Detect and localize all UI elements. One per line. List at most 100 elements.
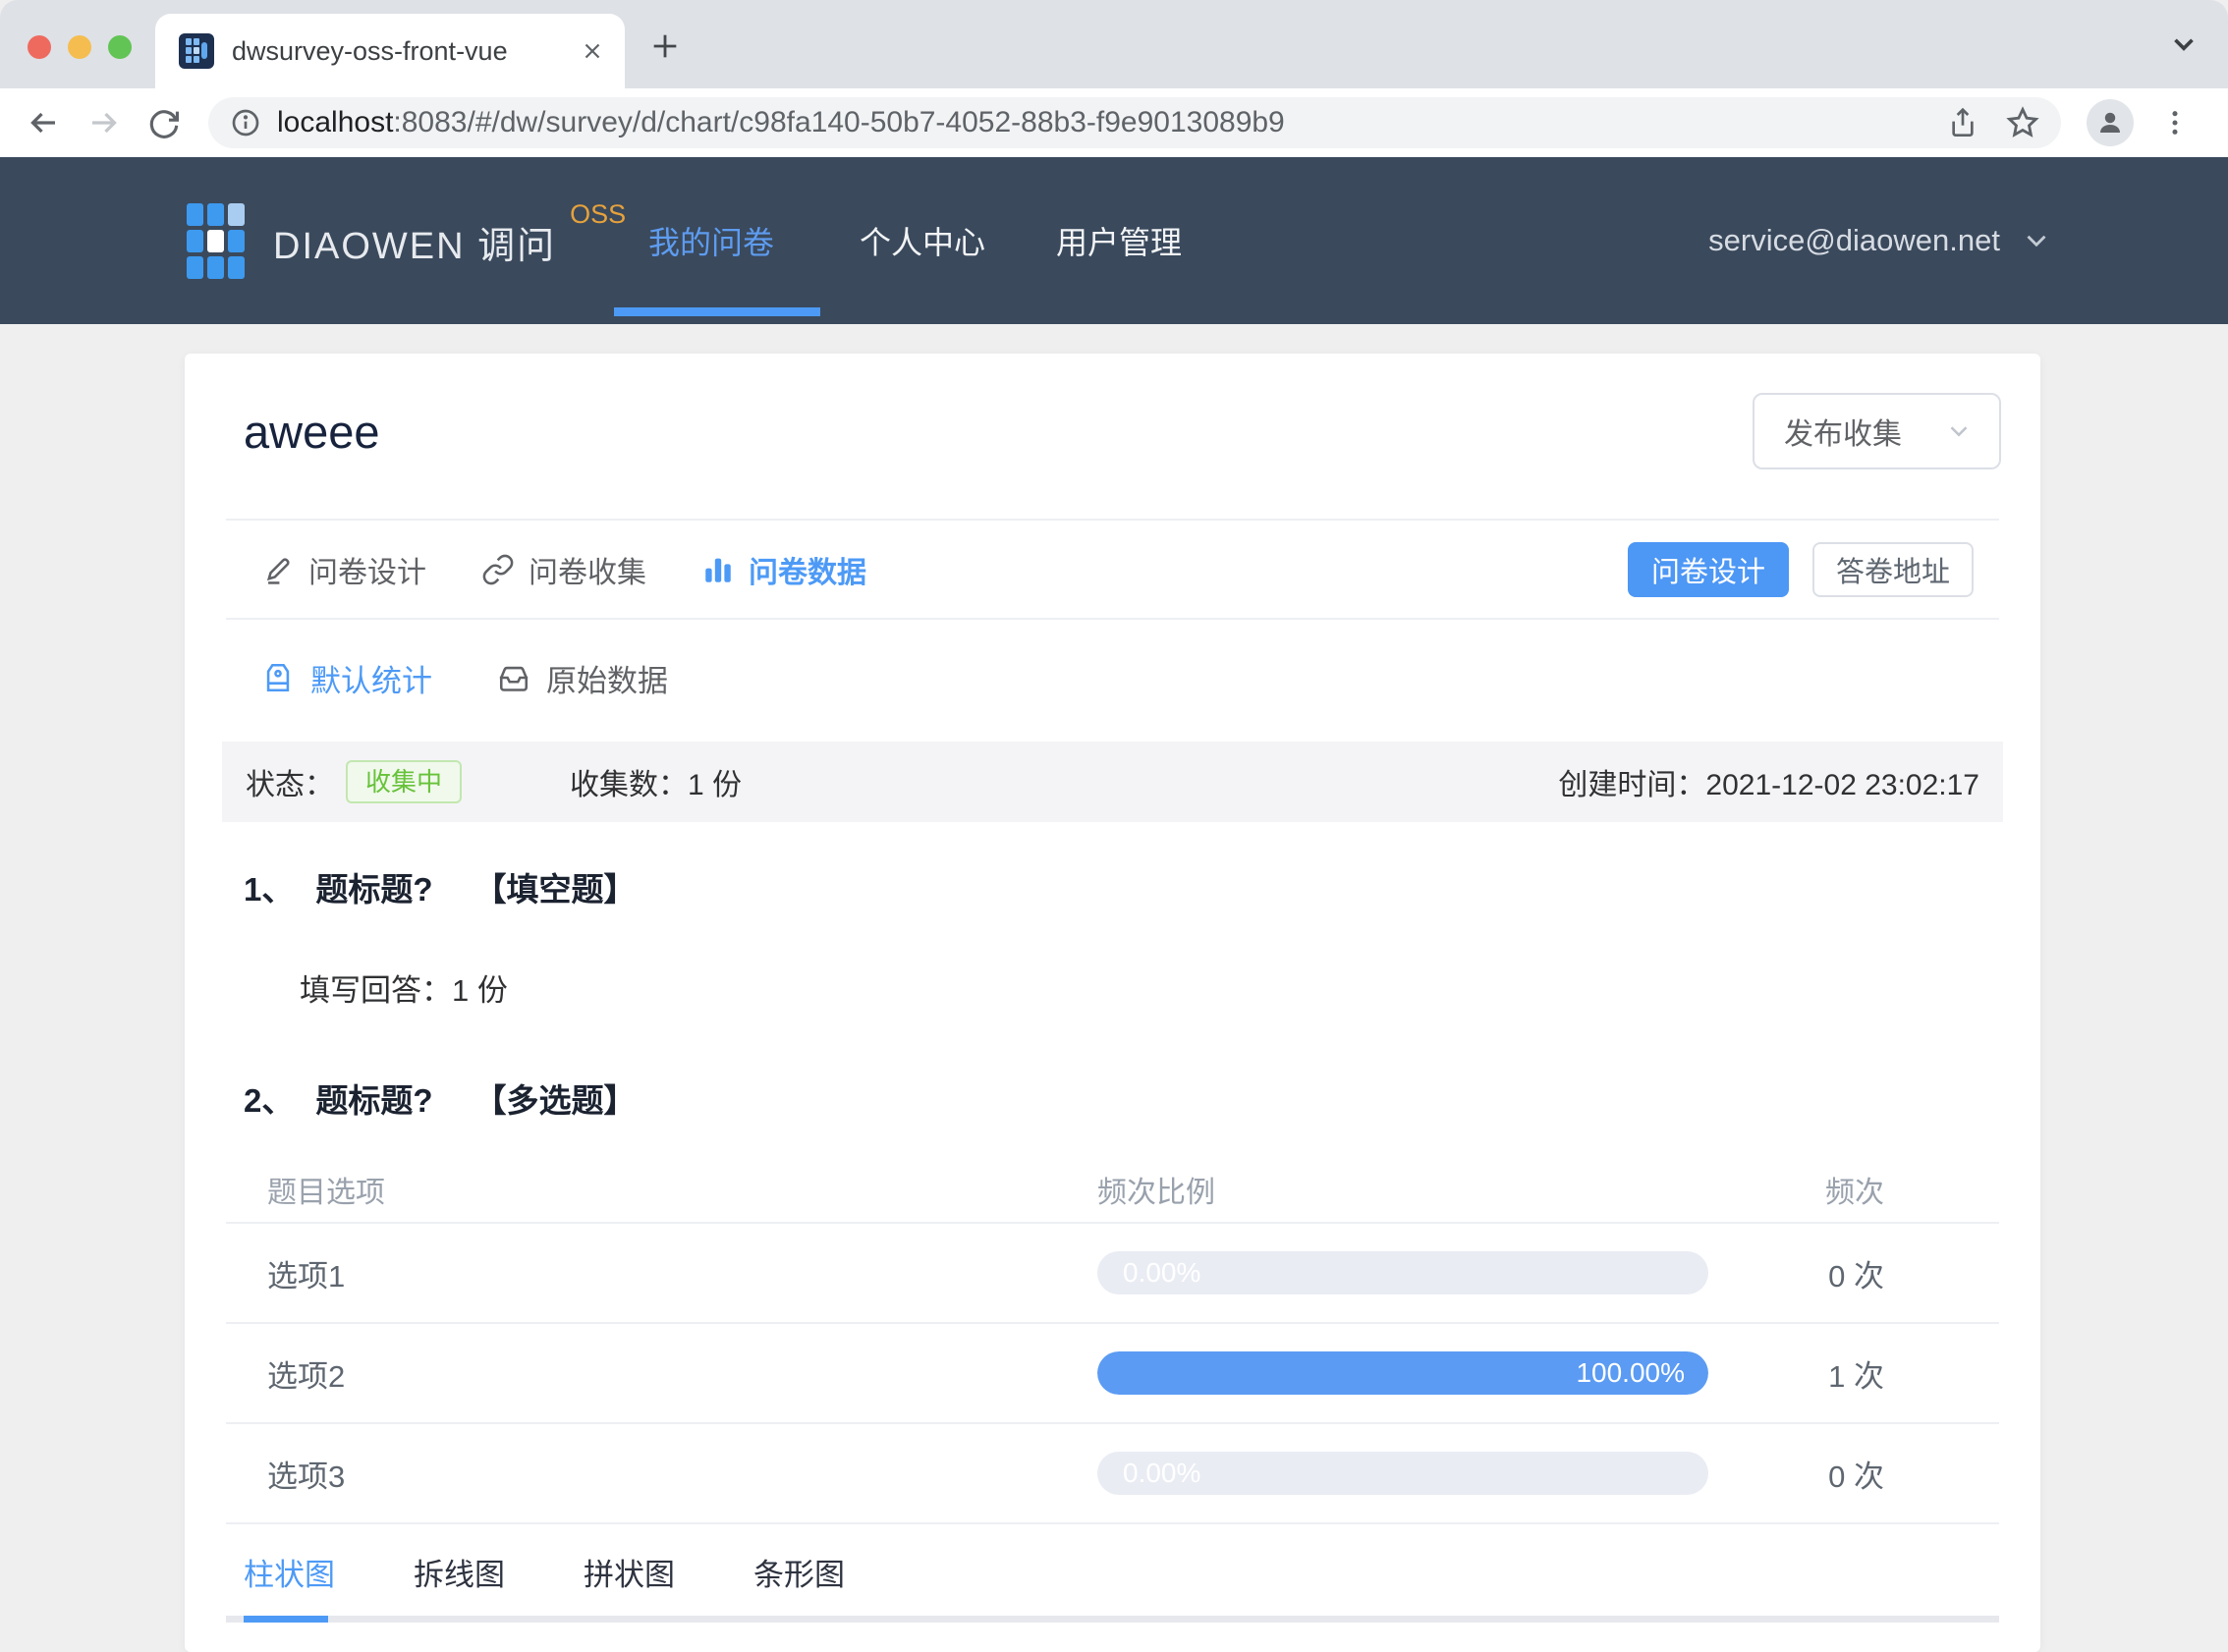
site-info-icon[interactable] <box>230 107 261 138</box>
status-badge: 收集中 <box>346 760 463 803</box>
tab-label: 默认统计 <box>310 663 432 698</box>
created-time-label: 创建时间： <box>1558 769 1706 801</box>
publish-collect-select[interactable]: 发布收集 <box>1753 393 2001 469</box>
collect-count-label: 收集数： <box>570 769 689 801</box>
window-zoom-button[interactable] <box>108 35 132 59</box>
divider <box>226 1522 1999 1524</box>
browser-tab[interactable]: dwsurvey-oss-front-vue <box>155 14 625 88</box>
option-label: 选项3 <box>267 1459 346 1494</box>
option-label: 选项2 <box>267 1358 346 1394</box>
browser-toolbar: localhost:8083/#/dw/survey/d/chart/c98fa… <box>0 88 2228 157</box>
inbox-icon <box>499 666 529 691</box>
question-text: 题标题? <box>315 1082 433 1119</box>
stat-tabs: 默认统计 原始数据 <box>185 620 2040 742</box>
tab-column-chart[interactable]: 柱状图 <box>244 1550 335 1594</box>
tab-label: 问卷设计 <box>308 556 426 589</box>
chevron-down-icon <box>1950 426 1968 437</box>
brand-logo-icon <box>187 203 245 279</box>
active-nav-underline <box>614 307 820 316</box>
option-count: 0 次 <box>1828 1258 1884 1294</box>
detail-tabs: 问卷设计 问卷收集 问卷数据 问卷设计 答卷地址 <box>185 521 2040 618</box>
tab-search-chevron-icon[interactable] <box>2167 28 2200 61</box>
tab-title: dwsurvey-oss-front-vue <box>232 35 508 66</box>
user-menu[interactable]: service@diaowen.net <box>1708 157 2053 324</box>
question-type: 【多选题】 <box>473 1082 637 1119</box>
nav-item-user-management[interactable]: 用户管理 <box>1056 157 1182 324</box>
app-navbar: DIAOWEN 调问 OSS 我的问卷 个人中心 用户管理 service@di… <box>0 157 2228 324</box>
option-count: 0 次 <box>1828 1459 1884 1494</box>
url-host: localhost <box>277 106 394 138</box>
option-label: 选项1 <box>267 1258 346 1294</box>
bar-chart-icon <box>705 558 731 582</box>
chart-type-tabs: 柱状图 拆线图 拼状图 条形图 <box>185 1550 2040 1594</box>
question-1-title: 1、 题标题? 【填空题】 <box>185 863 2040 910</box>
url-text: localhost:8083/#/dw/survey/d/chart/c98fa… <box>277 106 1920 139</box>
tab-survey-data[interactable]: 问卷数据 <box>701 548 866 591</box>
answer-label: 填写回答： <box>300 973 452 1008</box>
bar-track: 0.00% <box>1097 1251 1708 1294</box>
chevron-down-icon <box>2027 235 2046 248</box>
option-count: 1 次 <box>1828 1358 1884 1394</box>
tab-survey-design[interactable]: 问卷设计 <box>261 548 426 591</box>
browser-profile-avatar[interactable] <box>2087 99 2134 146</box>
created-time-value: 2021-12-02 23:02:17 <box>1705 769 1979 801</box>
table-header: 题目选项 频次比例 频次 <box>185 1157 2040 1222</box>
created-time: 创建时间：2021-12-02 23:02:17 <box>1558 760 1979 803</box>
question-2-title: 2、 题标题? 【多选题】 <box>185 1074 2040 1122</box>
reload-icon[interactable] <box>147 106 181 139</box>
answer-url-button[interactable]: 答卷地址 <box>1812 541 1974 597</box>
chart-tabs-active-indicator <box>244 1616 328 1623</box>
answer-value: 1 份 <box>452 973 508 1008</box>
user-email: service@diaowen.net <box>1708 223 2000 257</box>
browser-menu-kebab-icon[interactable] <box>2159 107 2191 138</box>
brand-name: DIAOWEN 调问 <box>273 226 557 267</box>
url-path: :8083/#/dw/survey/d/chart/c98fa140-50b7-… <box>393 106 1285 138</box>
options-table: 题目选项 频次比例 频次 选项1 0.00% 0 次 选项2 100.00% 1… <box>185 1157 2040 1524</box>
window-close-button[interactable] <box>28 35 51 59</box>
status-bar: 状态： 收集中 收集数：1 份 创建时间：2021-12-02 23:02:17 <box>222 742 2003 822</box>
back-icon[interactable] <box>26 105 61 140</box>
table-row: 选项3 0.00% 0 次 <box>185 1424 2040 1522</box>
page-content: aweee 发布收集 问卷设计 问卷收集 问卷数据 问卷设计 答卷地址 默认统计… <box>0 324 2228 1652</box>
question-index: 1、 <box>244 871 295 908</box>
bookmark-star-icon[interactable] <box>2006 106 2039 139</box>
chart-tabs-track <box>226 1616 1999 1623</box>
tab-bar-chart[interactable]: 条形图 <box>753 1550 845 1594</box>
new-tab-button[interactable] <box>648 29 682 63</box>
survey-card: aweee 发布收集 问卷设计 问卷收集 问卷数据 问卷设计 答卷地址 默认统计… <box>185 354 2040 1652</box>
bar-percent-label: 0.00% <box>1123 1458 1201 1488</box>
table-row: 选项2 100.00% 1 次 <box>185 1324 2040 1422</box>
nav-item-my-surveys[interactable]: 我的问卷 <box>648 157 774 324</box>
survey-design-button[interactable]: 问卷设计 <box>1628 541 1789 597</box>
browser-tab-strip: dwsurvey-oss-front-vue <box>0 0 2228 88</box>
address-bar[interactable]: localhost:8083/#/dw/survey/d/chart/c98fa… <box>208 97 2061 148</box>
survey-title: aweee <box>244 406 380 458</box>
tab-pie-chart[interactable]: 拼状图 <box>584 1550 675 1594</box>
tab-close-icon[interactable] <box>580 38 605 64</box>
brand-oss-badge: OSS <box>570 199 627 229</box>
collect-count: 收集数：1 份 <box>570 760 742 803</box>
tab-label: 问卷数据 <box>749 556 866 589</box>
forward-icon[interactable] <box>86 105 122 140</box>
brand[interactable]: DIAOWEN 调问 OSS <box>187 199 627 280</box>
tag-icon <box>266 663 290 692</box>
share-icon[interactable] <box>1947 107 1978 138</box>
tab-raw-data[interactable]: 原始数据 <box>497 656 668 700</box>
publish-collect-value: 发布收集 <box>1784 418 1902 451</box>
browser-window: dwsurvey-oss-front-vue localhost:8083/#/… <box>0 0 2228 1652</box>
table-row: 选项1 0.00% 0 次 <box>185 1224 2040 1322</box>
favicon-icon <box>179 33 214 69</box>
tab-line-chart[interactable]: 拆线图 <box>414 1550 505 1594</box>
window-minimize-button[interactable] <box>68 35 91 59</box>
tab-default-stats[interactable]: 默认统计 <box>261 656 432 700</box>
collect-count-value: 1 份 <box>688 769 743 801</box>
header-frequency: 频次 <box>1825 1177 1884 1209</box>
bar-percent-label: 0.00% <box>1123 1257 1201 1288</box>
nav-item-personal-center[interactable]: 个人中心 <box>860 157 985 324</box>
question-1-answer: 填写回答：1 份 <box>185 965 2040 1010</box>
question-text: 题标题? <box>315 871 433 908</box>
status-label: 状态： <box>246 769 334 801</box>
tab-label: 问卷收集 <box>529 556 646 589</box>
tab-survey-collect[interactable]: 问卷收集 <box>481 548 646 591</box>
bar-fill: 100.00% <box>1097 1351 1708 1395</box>
